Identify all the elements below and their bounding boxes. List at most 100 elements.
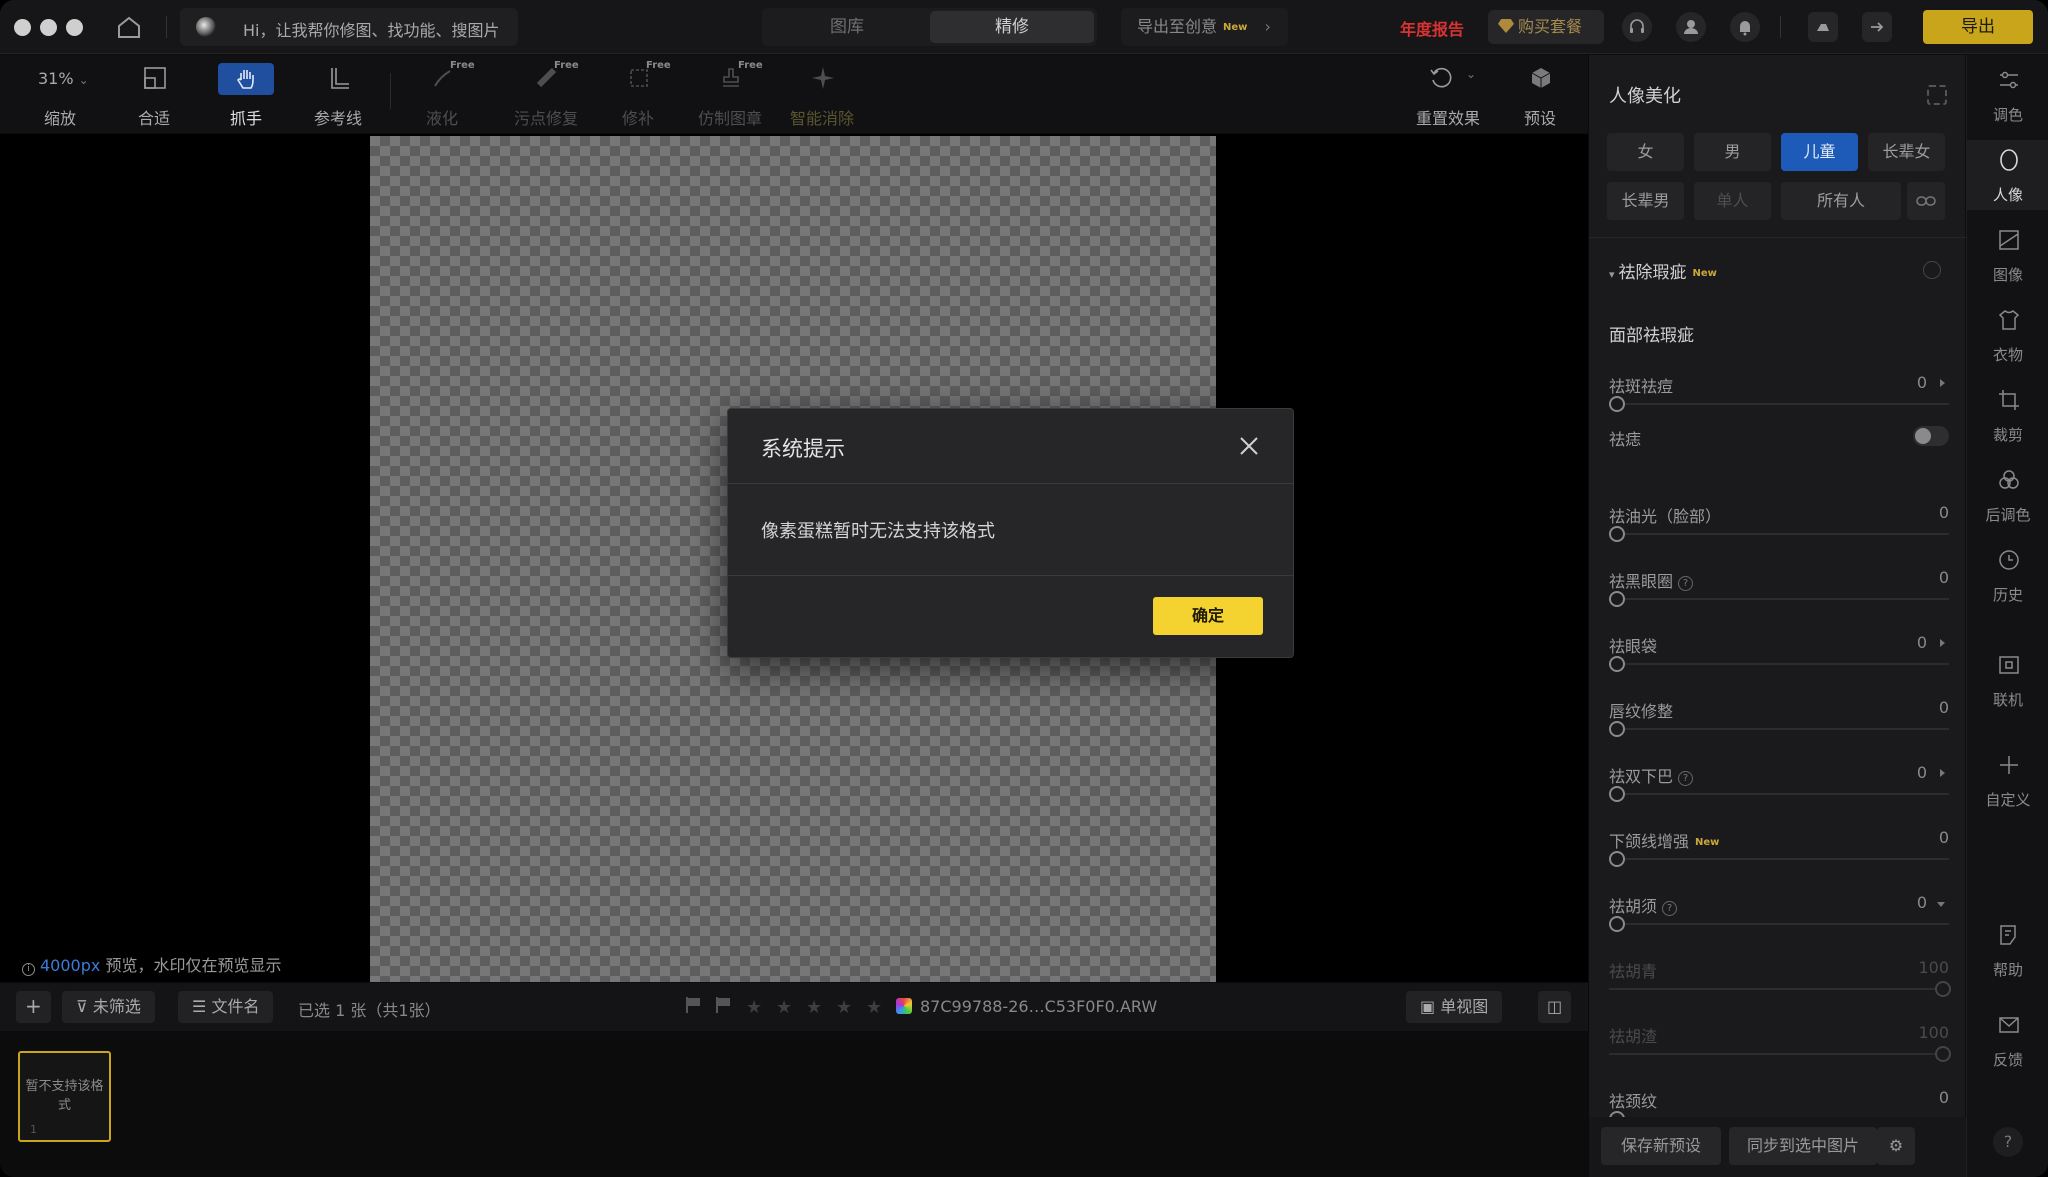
compare-view-button[interactable]: ◫ xyxy=(1538,991,1572,1023)
caret-right-icon[interactable] xyxy=(1940,769,1945,777)
help-icon[interactable]: ? xyxy=(1678,576,1694,591)
section-reset-icon[interactable] xyxy=(1923,261,1941,279)
chip-female[interactable]: 女 xyxy=(1607,133,1684,171)
rail-feedback[interactable]: 反馈 xyxy=(1967,1005,2048,1075)
filter-button[interactable]: ⊽ 未筛选 xyxy=(62,991,155,1023)
window-maximize-button[interactable] xyxy=(66,19,83,36)
slider-value[interactable]: 0 xyxy=(1939,503,1949,522)
sync-settings-icon[interactable]: ⚙ xyxy=(1877,1127,1915,1165)
caret-right-icon[interactable] xyxy=(1940,379,1945,387)
slider-row[interactable]: 祛眼袋 0 xyxy=(1609,633,1949,683)
slider-track[interactable] xyxy=(1609,1053,1949,1055)
color-label-icon[interactable] xyxy=(896,998,912,1014)
face-detect-icon[interactable] xyxy=(1927,85,1947,105)
image-thumbnail[interactable]: 暂不支持该格式 1 xyxy=(18,1051,111,1142)
rail-clothing[interactable]: 衣物 xyxy=(1967,300,2048,370)
slider-handle[interactable] xyxy=(1609,721,1625,737)
headset-icon[interactable] xyxy=(1622,12,1652,42)
slider-handle[interactable] xyxy=(1935,981,1951,997)
slider-row[interactable]: 祛黑眼圈? 0 xyxy=(1609,568,1949,618)
flag-icon[interactable] xyxy=(686,997,700,1013)
tool-smart-erase[interactable]: 智能消除 xyxy=(782,55,862,133)
star-1[interactable]: ★ xyxy=(746,997,762,1018)
tool-guides[interactable]: 参考线 xyxy=(298,55,378,133)
chip-everyone[interactable]: 所有人 xyxy=(1781,182,1901,220)
slider-handle[interactable] xyxy=(1609,526,1625,542)
slider-handle[interactable] xyxy=(1935,1046,1951,1062)
slider-track[interactable] xyxy=(1609,793,1949,795)
tool-spot-heal[interactable]: Free 污点修复 xyxy=(506,55,586,133)
chip-single[interactable]: 单人 xyxy=(1694,182,1771,220)
section-blemish-removal[interactable]: ▾ 祛除瑕疵 New xyxy=(1609,258,1717,283)
window-minimize-button[interactable] xyxy=(40,19,57,36)
link-icon[interactable] xyxy=(1907,182,1945,220)
slider-row[interactable]: 祛双下巴? 0 xyxy=(1609,763,1949,813)
slider-value[interactable]: 0 xyxy=(1939,568,1949,587)
slider-handle[interactable] xyxy=(1609,916,1625,932)
star-3[interactable]: ★ xyxy=(806,997,822,1018)
slider-track[interactable] xyxy=(1609,858,1949,860)
slider-value[interactable]: 0 xyxy=(1939,1088,1949,1107)
slider-row[interactable]: 祛胡渣 100 xyxy=(1609,1023,1951,1073)
rail-tether[interactable]: 联机 xyxy=(1967,645,2048,715)
slider-row[interactable]: 唇纹修整 0 xyxy=(1609,698,1949,748)
slider-row[interactable]: 祛油光（脸部） 0 xyxy=(1609,503,1949,553)
rail-portrait[interactable]: 人像 xyxy=(1967,140,2048,210)
tool-hand[interactable]: 抓手 xyxy=(206,55,286,133)
user-avatar-icon[interactable] xyxy=(1676,12,1706,42)
slider-value[interactable]: 100 xyxy=(1918,1023,1949,1042)
rail-history[interactable]: 历史 xyxy=(1967,540,2048,610)
tool-zoom[interactable]: 31% ⌄ 缩放 xyxy=(20,55,100,133)
slider-value[interactable]: 0 xyxy=(1939,828,1949,847)
chip-male[interactable]: 男 xyxy=(1694,133,1771,171)
slider-row[interactable]: 祛胡须? 0 xyxy=(1609,893,1949,943)
slider-row[interactable]: 祛痣 xyxy=(1609,426,1949,476)
slider-track[interactable] xyxy=(1609,728,1949,730)
annual-report-link[interactable]: 年度报告 xyxy=(1400,16,1464,40)
star-5[interactable]: ★ xyxy=(866,997,882,1018)
star-4[interactable]: ★ xyxy=(836,997,852,1018)
slider-row[interactable]: 祛胡青 100 xyxy=(1609,958,1951,1008)
slider-handle[interactable] xyxy=(1609,656,1625,672)
slider-track[interactable] xyxy=(1609,403,1949,405)
slider-track[interactable] xyxy=(1609,988,1949,990)
slider-handle[interactable] xyxy=(1609,396,1625,412)
slider-handle[interactable] xyxy=(1609,591,1625,607)
chip-elder-male[interactable]: 长辈男 xyxy=(1607,182,1684,220)
tool-clone-stamp[interactable]: Free 仿制图章 xyxy=(690,55,770,133)
slider-value[interactable]: 0 xyxy=(1917,893,1927,912)
help-icon[interactable]: ? xyxy=(1678,771,1694,786)
slider-value[interactable]: 100 xyxy=(1918,958,1949,977)
slider-handle[interactable] xyxy=(1609,786,1625,802)
home-icon[interactable] xyxy=(116,14,142,40)
slider-value[interactable]: 0 xyxy=(1917,763,1927,782)
cloud-icon[interactable] xyxy=(1808,12,1838,42)
star-2[interactable]: ★ xyxy=(776,997,792,1018)
ai-assistant-input[interactable]: Hi，让我帮你修图、找功能、搜图片 xyxy=(180,8,518,46)
rail-image[interactable]: 图像 xyxy=(1967,220,2048,290)
export-to-creative-button[interactable]: 导出至创意 New › xyxy=(1121,8,1288,46)
tab-retouch[interactable]: 精修 xyxy=(930,11,1094,43)
tab-library[interactable]: 图库 xyxy=(765,11,929,43)
slider-track[interactable] xyxy=(1609,533,1949,535)
caret-down-icon[interactable] xyxy=(1937,902,1945,907)
add-button[interactable]: + xyxy=(16,991,51,1023)
close-icon[interactable] xyxy=(1236,433,1262,459)
buy-plan-button[interactable]: 购买套餐 xyxy=(1488,10,1604,44)
slider-track[interactable] xyxy=(1609,663,1949,665)
bell-icon[interactable] xyxy=(1730,12,1760,42)
rail-color[interactable]: 调色 xyxy=(1967,60,2048,130)
window-close-button[interactable] xyxy=(14,19,31,36)
tool-presets[interactable]: 预设 xyxy=(1500,55,1580,133)
slider-row[interactable]: 祛斑祛痘 0 xyxy=(1609,373,1949,423)
slider-value[interactable]: 0 xyxy=(1917,373,1927,392)
rail-custom[interactable]: 自定义 xyxy=(1967,745,2048,815)
arrow-right-icon[interactable] xyxy=(1862,12,1892,42)
confirm-button[interactable]: 确定 xyxy=(1153,597,1263,635)
slider-track[interactable] xyxy=(1609,923,1949,925)
chip-elder-female[interactable]: 长辈女 xyxy=(1868,133,1945,171)
toggle-switch[interactable] xyxy=(1913,426,1949,446)
caret-right-icon[interactable] xyxy=(1940,639,1945,647)
rail-crop[interactable]: 裁剪 xyxy=(1967,380,2048,450)
slider-value[interactable]: 0 xyxy=(1939,698,1949,717)
